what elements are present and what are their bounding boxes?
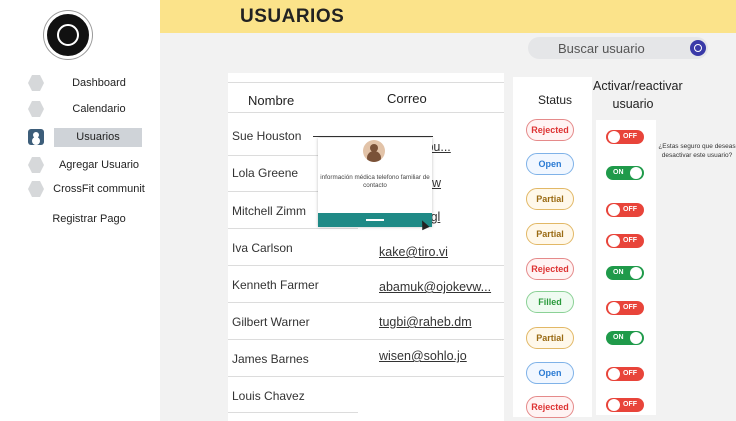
activate-toggle[interactable]: OFF	[606, 301, 644, 315]
crossfit-logo[interactable]	[44, 11, 92, 59]
toggle-label: OFF	[623, 304, 637, 311]
activate-toggle[interactable]: OFF	[606, 367, 644, 381]
sidebar-item-crossfit-community[interactable]: CrossFit communit	[0, 179, 160, 201]
sidebar-item-agregar-usuario[interactable]: Agregar Usuario	[0, 155, 160, 177]
status-badge: Rejected	[526, 396, 574, 418]
user-icon	[28, 129, 44, 145]
status-badge: Partial	[526, 327, 574, 349]
avatar	[363, 140, 385, 162]
activate-toggle[interactable]: ON	[606, 166, 644, 180]
header-bar: USUARIOS	[160, 0, 736, 33]
table-row-name[interactable]: Sue Houston	[232, 129, 301, 143]
column-header-name: Nombre	[248, 93, 295, 108]
popup-connector	[313, 136, 433, 137]
column-header-status: Status	[538, 93, 573, 107]
toggle-knob	[630, 332, 642, 344]
activate-toggle[interactable]: ON	[606, 331, 644, 345]
page-title: USUARIOS	[240, 6, 345, 27]
table-row-name[interactable]: Mitchell Zimm	[232, 204, 306, 218]
status-badge: Open	[526, 153, 574, 175]
status-badge: Partial	[526, 188, 574, 210]
divider	[228, 82, 504, 83]
toggle-label: OFF	[623, 370, 637, 377]
toggle-knob	[608, 368, 620, 380]
table-row-name[interactable]: Lola Greene	[232, 166, 298, 180]
toggle-label: OFF	[623, 237, 637, 244]
toggle-knob	[630, 267, 642, 279]
table-row-email[interactable]: kake@tiro.vi	[379, 245, 503, 259]
table-row-email[interactable]: tugbi@raheb.dm	[379, 315, 503, 329]
search-bar[interactable]: Buscar usuario	[528, 37, 708, 59]
table-row-name[interactable]: James Barnes	[232, 352, 309, 366]
hexagon-icon	[28, 181, 44, 197]
divider	[228, 112, 504, 113]
toggle-knob	[608, 131, 620, 143]
toggle-knob	[608, 302, 620, 314]
status-badge: Filled	[526, 291, 574, 313]
toggle-knob	[630, 167, 642, 179]
status-badge: Partial	[526, 223, 574, 245]
hexagon-icon	[28, 75, 44, 91]
toggle-label: OFF	[623, 133, 637, 140]
divider	[228, 376, 504, 377]
toggle-knob	[608, 235, 620, 247]
divider	[228, 302, 504, 303]
sidebar-item-usuarios[interactable]: Usuarios	[0, 127, 160, 149]
activate-toggle[interactable]: OFF	[606, 203, 644, 217]
toggle-label: OFF	[623, 401, 637, 408]
logo-emblem	[57, 24, 79, 46]
toggle-knob	[608, 204, 620, 216]
popup-action-button[interactable]	[318, 213, 432, 227]
divider	[228, 339, 504, 340]
activate-toggle[interactable]: ON	[606, 266, 644, 280]
table-row-name[interactable]: Kenneth Farmer	[232, 278, 319, 292]
sidebar-item-label: CrossFit communit	[53, 183, 145, 195]
user-detail-popup: información médica telefono familiar de …	[318, 138, 432, 227]
divider	[228, 412, 358, 413]
column-header-activate: Activar/reactivar usuario	[593, 79, 683, 111]
sidebar-item-label: Registrar Pago	[52, 213, 126, 225]
toggle-knob	[608, 399, 620, 411]
table-row-email[interactable]: wisen@sohlo.jo	[379, 349, 503, 363]
activate-toggle[interactable]: OFF	[606, 130, 644, 144]
sidebar: Dashboard Calendario Usuarios Agregar Us…	[0, 0, 160, 421]
table-row-email[interactable]: abamuk@ojokevw...	[379, 280, 503, 294]
popup-info-text: información médica telefono familiar de …	[320, 174, 430, 189]
divider	[228, 228, 358, 229]
toggle-label: ON	[613, 169, 624, 176]
hexagon-icon	[28, 101, 44, 117]
sidebar-item-label: Agregar Usuario	[58, 159, 140, 171]
status-badge: Open	[526, 362, 574, 384]
table-row-name[interactable]: Louis Chavez	[232, 389, 305, 403]
sidebar-item-label: Usuarios	[54, 128, 142, 147]
table-row-name[interactable]: Gilbert Warner	[232, 315, 310, 329]
activate-toggle[interactable]: OFF	[606, 234, 644, 248]
sidebar-item-label: Calendario	[72, 103, 126, 115]
hexagon-icon	[28, 157, 44, 173]
toggle-label: ON	[613, 334, 624, 341]
sidebar-item-label: Dashboard	[72, 77, 126, 89]
toggle-label: ON	[613, 269, 624, 276]
column-header-email: Correo	[387, 91, 427, 106]
status-badge: Rejected	[526, 258, 574, 280]
toggle-label: OFF	[623, 206, 637, 213]
search-input[interactable]: Buscar usuario	[558, 41, 645, 56]
search-icon[interactable]	[690, 40, 706, 56]
sidebar-item-dashboard[interactable]: Dashboard	[0, 73, 160, 95]
divider	[228, 265, 504, 266]
deactivate-confirmation: ¿Estas seguro que deseas desactivar este…	[658, 143, 736, 159]
table-row-name[interactable]: Iva Carlson	[232, 241, 293, 255]
sidebar-item-registrar-pago[interactable]: Registrar Pago	[0, 209, 160, 231]
activate-toggle[interactable]: OFF	[606, 398, 644, 412]
sidebar-item-calendario[interactable]: Calendario	[0, 99, 160, 121]
status-badge: Rejected	[526, 119, 574, 141]
